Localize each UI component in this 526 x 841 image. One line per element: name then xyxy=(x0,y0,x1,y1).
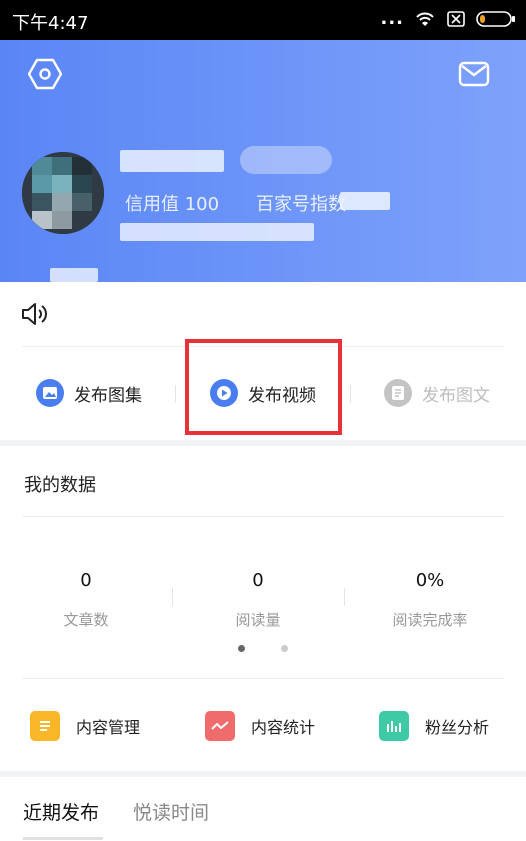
page-dot xyxy=(281,645,288,652)
baijia-index[interactable]: 百家号指数 xyxy=(256,190,346,216)
metric-reads[interactable]: 0 阅读量 xyxy=(172,570,344,630)
metric-value: 0 xyxy=(252,570,264,591)
battery-icon xyxy=(476,10,516,32)
index-value-obscured xyxy=(340,192,390,210)
metric-value: 0% xyxy=(415,570,445,591)
document-icon xyxy=(384,379,412,407)
profile-header: 信用值 100 百家号指数 xyxy=(0,40,526,282)
trend-icon xyxy=(205,711,235,741)
credit-value: 信用值 100 xyxy=(125,194,220,215)
content-stats-button[interactable]: 内容统计 xyxy=(205,711,315,741)
level-badge-obscured xyxy=(240,146,332,174)
publish-article-label: 发布图文 xyxy=(422,385,490,406)
action-separator xyxy=(175,385,176,403)
username-obscured xyxy=(120,150,224,172)
mail-icon[interactable] xyxy=(454,54,494,94)
settings-icon[interactable] xyxy=(25,54,65,94)
status-bar: 下午4:47 ... xyxy=(0,0,526,40)
tab-recent-posts[interactable]: 近期发布 xyxy=(23,798,99,825)
metric-completion[interactable]: 0% 阅读完成率 xyxy=(344,570,516,630)
action-separator xyxy=(350,385,351,403)
more-indicator: ... xyxy=(380,7,404,29)
content-stats-label: 内容统计 xyxy=(251,718,316,737)
content-management-label: 内容管理 xyxy=(76,718,141,737)
extra-obscured xyxy=(50,268,98,282)
section-divider xyxy=(22,516,504,517)
wifi-icon xyxy=(414,10,436,32)
page-dot-active xyxy=(238,645,245,652)
fan-analysis-button[interactable]: 粉丝分析 xyxy=(379,711,489,741)
metric-label: 文章数 xyxy=(63,611,109,629)
sim-off-icon xyxy=(446,10,466,32)
avatar[interactable] xyxy=(22,152,104,234)
image-icon xyxy=(36,379,64,407)
metric-label: 阅读完成率 xyxy=(392,611,468,629)
publish-gallery-button[interactable]: 发布图集 xyxy=(36,379,142,407)
metric-label: 阅读量 xyxy=(235,611,281,629)
section-divider xyxy=(22,678,504,679)
status-time: 下午4:47 xyxy=(12,13,89,34)
publish-gallery-label: 发布图集 xyxy=(74,385,142,406)
publish-article-button[interactable]: 发布图文 xyxy=(384,379,490,407)
document-icon xyxy=(30,711,60,741)
speaker-icon[interactable] xyxy=(20,300,50,332)
tab-active-indicator xyxy=(23,837,103,840)
tab-reading-time[interactable]: 悦读时间 xyxy=(133,798,209,825)
content-management-button[interactable]: 内容管理 xyxy=(30,711,140,741)
metric-articles[interactable]: 0 文章数 xyxy=(0,570,172,630)
my-data-title: 我的数据 xyxy=(24,475,96,496)
fan-analysis-label: 粉丝分析 xyxy=(425,718,490,737)
video-highlight-box xyxy=(185,339,342,435)
metric-value: 0 xyxy=(80,570,92,591)
user-id-obscured xyxy=(120,223,314,241)
bar-chart-icon xyxy=(379,711,409,741)
